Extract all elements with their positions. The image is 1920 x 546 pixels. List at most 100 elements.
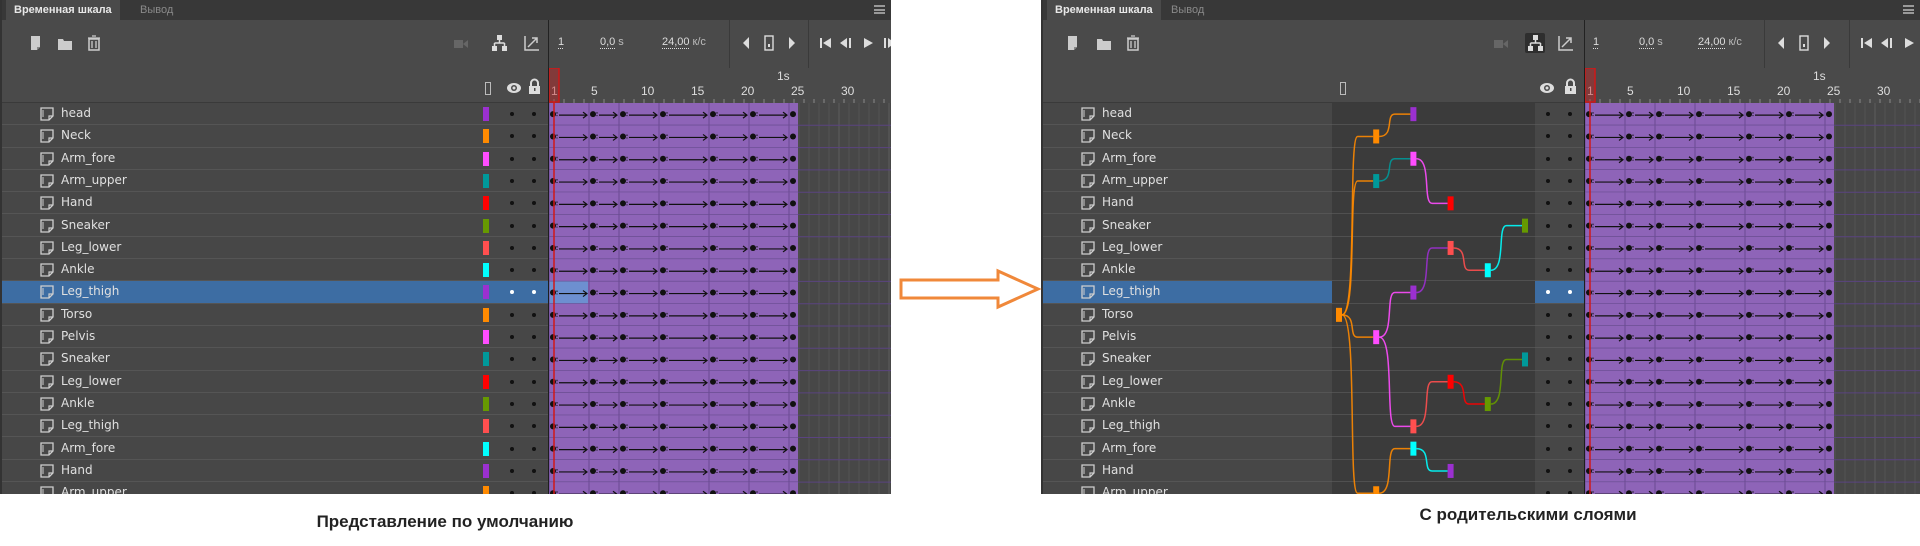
layer-name[interactable]: Arm_upper bbox=[61, 485, 127, 494]
visibility-toggle[interactable] bbox=[1546, 335, 1550, 339]
lock-toggle[interactable] bbox=[1568, 335, 1572, 339]
playhead-handle[interactable] bbox=[1584, 68, 1596, 103]
visibility-toggle[interactable] bbox=[1546, 112, 1550, 116]
layer-name[interactable]: Sneaker bbox=[61, 218, 110, 232]
lock-toggle[interactable] bbox=[532, 468, 536, 473]
layer-row[interactable]: Arm_upper bbox=[2, 169, 548, 193]
prev-keyframe-button[interactable] bbox=[1772, 33, 1792, 53]
layer-row[interactable]: Sneaker bbox=[1043, 214, 1332, 237]
layer-color-swatch[interactable] bbox=[483, 173, 489, 188]
layer-color-swatch[interactable] bbox=[483, 396, 489, 411]
layer-row[interactable]: Leg_lower bbox=[1043, 370, 1332, 393]
layer-color-swatch[interactable] bbox=[483, 463, 489, 478]
visibility-toggle[interactable] bbox=[510, 178, 514, 183]
outline-toggle-icon[interactable] bbox=[1340, 82, 1346, 96]
lock-toggle[interactable] bbox=[532, 178, 536, 183]
layer-row[interactable]: Sneaker bbox=[2, 348, 548, 371]
layer-color-swatch[interactable] bbox=[483, 285, 489, 300]
current-time-field[interactable]: 0,0 s bbox=[600, 36, 624, 48]
next-keyframe-button[interactable] bbox=[781, 33, 801, 53]
visibility-toggle[interactable] bbox=[510, 156, 514, 161]
layer-name[interactable]: Ankle bbox=[1102, 396, 1135, 410]
eye-icon[interactable] bbox=[506, 81, 522, 95]
layer-color-swatch[interactable] bbox=[483, 129, 489, 144]
visibility-toggle[interactable] bbox=[510, 223, 514, 228]
current-time-field[interactable]: 0,0 s bbox=[1639, 36, 1663, 48]
playhead-handle[interactable] bbox=[548, 68, 560, 103]
layer-color-swatch[interactable] bbox=[483, 240, 489, 255]
lock-toggle[interactable] bbox=[1568, 245, 1572, 250]
layer-name[interactable]: Leg_lower bbox=[61, 240, 121, 254]
layer-row[interactable]: Arm_upper bbox=[2, 482, 548, 494]
step-back-button[interactable] bbox=[837, 33, 857, 53]
layer-name[interactable]: Sneaker bbox=[61, 351, 110, 365]
next-keyframe-button[interactable] bbox=[1816, 33, 1836, 53]
layer-row[interactable]: Ankle bbox=[1043, 259, 1332, 282]
prev-keyframe-button[interactable] bbox=[737, 33, 757, 53]
layer-name[interactable]: Hand bbox=[61, 463, 93, 477]
new-folder-button[interactable] bbox=[1094, 33, 1114, 53]
visibility-toggle[interactable] bbox=[1546, 446, 1550, 451]
visibility-toggle[interactable] bbox=[510, 401, 514, 406]
layer-row[interactable]: head bbox=[1043, 103, 1332, 126]
eye-icon[interactable] bbox=[1539, 81, 1555, 95]
layer-color-swatch[interactable] bbox=[483, 374, 489, 389]
new-layer-button[interactable] bbox=[27, 33, 47, 53]
visibility-toggle[interactable] bbox=[510, 335, 514, 339]
layer-row[interactable]: Arm_upper bbox=[1043, 482, 1332, 494]
camera-button[interactable] bbox=[1491, 33, 1511, 53]
layer-row[interactable]: Leg_lower bbox=[2, 370, 548, 393]
delete-button[interactable] bbox=[84, 33, 104, 53]
fps-field[interactable]: 24,00 к/с bbox=[1698, 36, 1742, 48]
layer-color-swatch[interactable] bbox=[483, 419, 489, 434]
lock-toggle[interactable] bbox=[532, 491, 536, 494]
layer-row[interactable]: Sneaker bbox=[2, 214, 548, 237]
current-frame-value[interactable]: 1 bbox=[1593, 36, 1599, 48]
layer-row[interactable]: Leg_thigh bbox=[1043, 415, 1332, 438]
layer-row[interactable]: Pelvis bbox=[2, 326, 548, 349]
layer-name[interactable]: Sneaker bbox=[1102, 218, 1151, 232]
layer-color-swatch[interactable] bbox=[483, 107, 489, 121]
lock-toggle[interactable] bbox=[1568, 156, 1572, 161]
layer-color-swatch[interactable] bbox=[483, 486, 489, 494]
lock-toggle[interactable] bbox=[532, 446, 536, 451]
visibility-toggle[interactable] bbox=[510, 312, 514, 317]
play-button[interactable] bbox=[858, 33, 878, 53]
layer-row[interactable]: Arm_fore bbox=[2, 147, 548, 170]
visibility-toggle[interactable] bbox=[510, 491, 514, 494]
layer-row[interactable]: Ankle bbox=[2, 259, 548, 282]
layer-row[interactable]: Hand bbox=[2, 192, 548, 215]
lock-toggle[interactable] bbox=[1568, 223, 1572, 228]
layer-name[interactable]: Leg_lower bbox=[61, 374, 121, 388]
current-frame-field[interactable]: 1 bbox=[1593, 36, 1599, 48]
go-to-first-frame-button[interactable] bbox=[816, 33, 836, 53]
layer-row[interactable]: Neck bbox=[2, 125, 548, 148]
layer-name[interactable]: Neck bbox=[1102, 128, 1132, 142]
lock-toggle[interactable] bbox=[532, 112, 536, 116]
layer-row[interactable]: Hand bbox=[2, 459, 548, 483]
visibility-toggle[interactable] bbox=[1546, 401, 1550, 406]
visibility-toggle[interactable] bbox=[510, 112, 514, 116]
layer-row[interactable]: Ankle bbox=[2, 392, 548, 416]
layer-name[interactable]: Leg_lower bbox=[1102, 374, 1162, 388]
layer-row[interactable]: Torso bbox=[2, 303, 548, 326]
visibility-toggle[interactable] bbox=[1546, 223, 1550, 228]
layer-row[interactable]: Hand bbox=[1043, 192, 1332, 215]
lock-toggle[interactable] bbox=[1568, 468, 1572, 473]
layer-color-swatch[interactable] bbox=[483, 307, 489, 322]
visibility-toggle[interactable] bbox=[1546, 156, 1550, 161]
go-to-first-frame-button[interactable] bbox=[1857, 33, 1877, 53]
layer-color-swatch[interactable] bbox=[483, 330, 489, 344]
lock-icon[interactable] bbox=[528, 78, 541, 95]
layer-name[interactable]: Ankle bbox=[61, 396, 94, 410]
graph-button[interactable] bbox=[1556, 33, 1576, 53]
layer-row[interactable]: Arm_fore bbox=[1043, 147, 1332, 170]
keyframe-toggle-button[interactable] bbox=[1794, 33, 1814, 53]
lock-toggle[interactable] bbox=[532, 156, 536, 161]
layer-name[interactable]: Torso bbox=[1102, 307, 1133, 321]
layer-row[interactable]: Ankle bbox=[1043, 392, 1332, 416]
layer-name[interactable]: Torso bbox=[61, 307, 92, 321]
layer-name[interactable]: Arm_fore bbox=[61, 151, 115, 165]
tab-output[interactable]: Вывод bbox=[132, 0, 181, 20]
lock-toggle[interactable] bbox=[1568, 178, 1572, 183]
